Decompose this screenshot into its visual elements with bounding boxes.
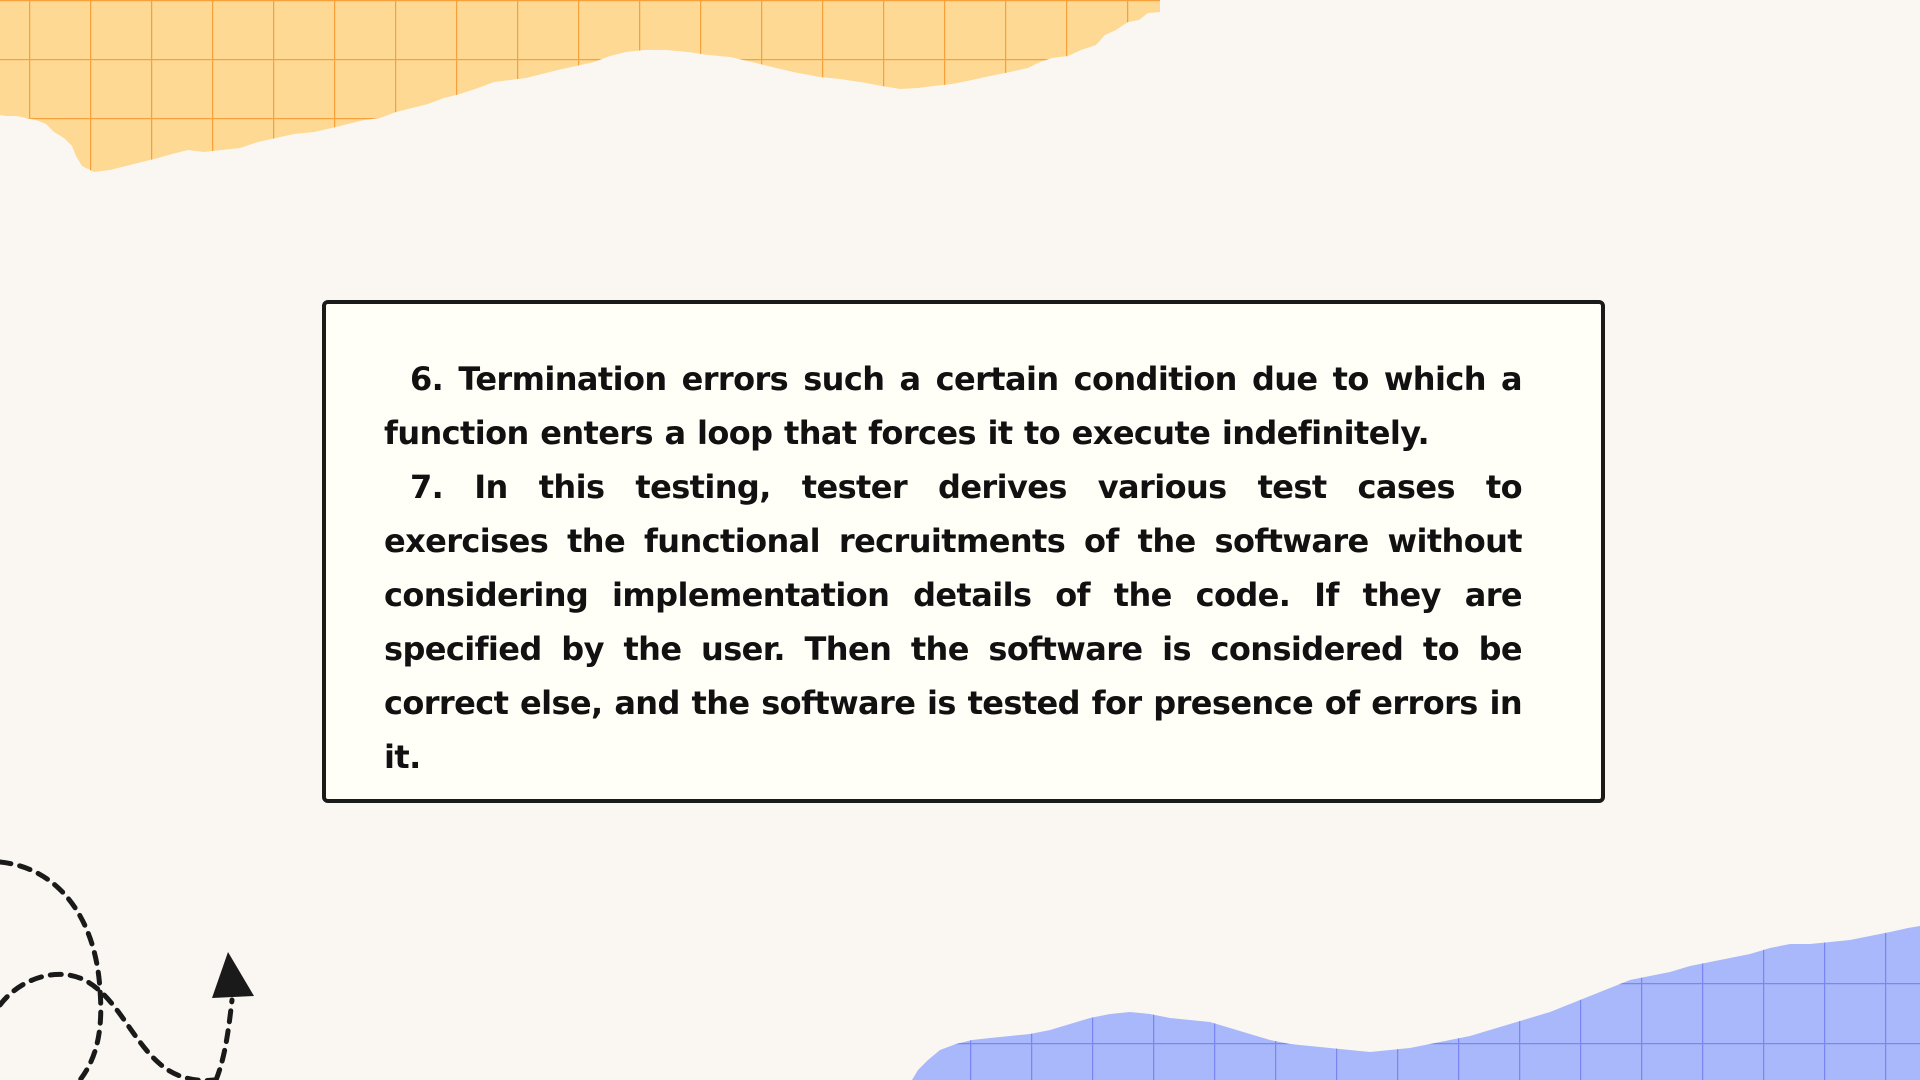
item-text: Termination errors such a certain condit… [384,360,1523,452]
item-text: In this testing, tester derives various … [384,468,1523,776]
item-number: 7. [410,468,444,506]
arrow-head-icon [212,952,254,998]
dashed-arrow-doodle [0,859,235,1080]
list-item: 6. Termination errors such a certain con… [384,352,1523,460]
content-card: 6. Termination errors such a certain con… [322,300,1605,803]
torn-orange-grid-paper [0,0,1160,172]
torn-blue-grid-paper [912,926,1920,1080]
list-item: 7. In this testing, tester derives vario… [384,460,1523,784]
slide: 6. Termination errors such a certain con… [0,0,1920,1080]
item-number: 6. [410,360,444,398]
